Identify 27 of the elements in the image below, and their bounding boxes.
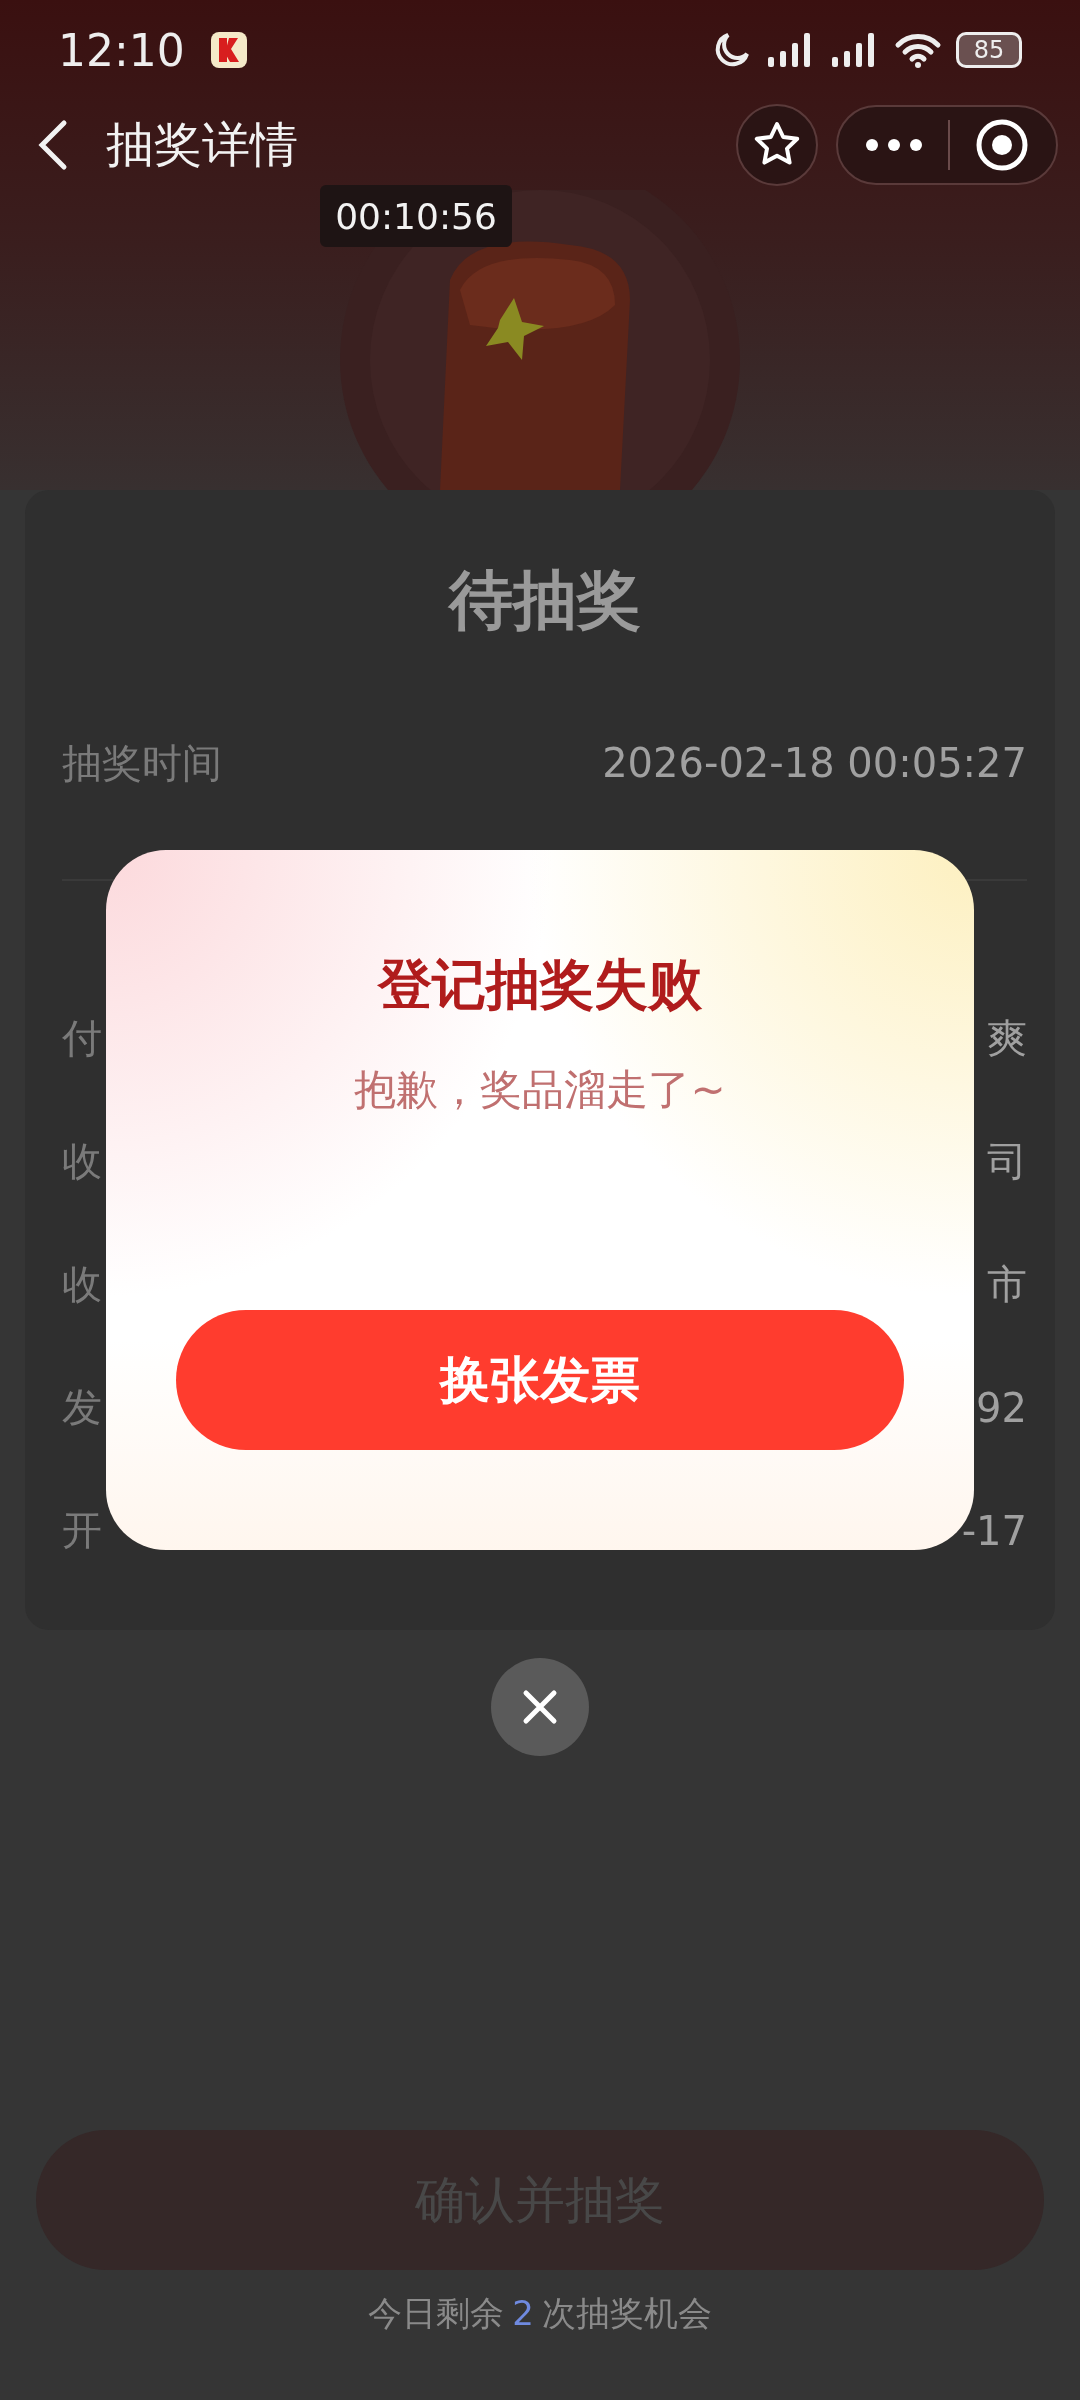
close-target-icon[interactable] bbox=[974, 117, 1030, 173]
row-label: 收 bbox=[62, 1137, 102, 1186]
row-label: 抽奖时间 bbox=[62, 738, 222, 788]
draw-status: 待抽奖 bbox=[447, 562, 642, 639]
row-label: 付 bbox=[62, 1014, 102, 1063]
dialog-message: 抱歉，奖品溜走了~ bbox=[354, 1064, 726, 1116]
row-label: 收 bbox=[62, 1260, 102, 1309]
battery-icon: 85 bbox=[956, 32, 1022, 68]
timer-badge: 00:10:56 bbox=[320, 185, 512, 247]
wifi-icon bbox=[894, 31, 942, 69]
change-invoice-button[interactable]: 换张发票 bbox=[176, 1310, 904, 1450]
dialog-title: 登记抽奖失败 bbox=[378, 952, 702, 1018]
more-icon[interactable] bbox=[864, 137, 924, 153]
remaining-count: 2 bbox=[512, 2292, 534, 2335]
status-time: 12:10 bbox=[58, 24, 185, 76]
row-value: 爽 bbox=[987, 1014, 1027, 1063]
row-value: 92 bbox=[976, 1384, 1027, 1431]
remaining-text: 今日剩余 bbox=[368, 2292, 505, 2335]
row-value: -17 bbox=[961, 1507, 1027, 1554]
row-value: 司 bbox=[987, 1137, 1027, 1186]
row-label: 发 bbox=[62, 1383, 102, 1432]
remaining-text: 次抽奖机会 bbox=[541, 2292, 712, 2335]
row-value: 市 bbox=[987, 1260, 1027, 1309]
page-title: 抽奖详情 bbox=[106, 115, 298, 174]
app-icon bbox=[210, 32, 247, 68]
row-value: 2026-02-18 00:05:27 bbox=[602, 740, 1027, 786]
row-label: 开 bbox=[62, 1506, 102, 1555]
